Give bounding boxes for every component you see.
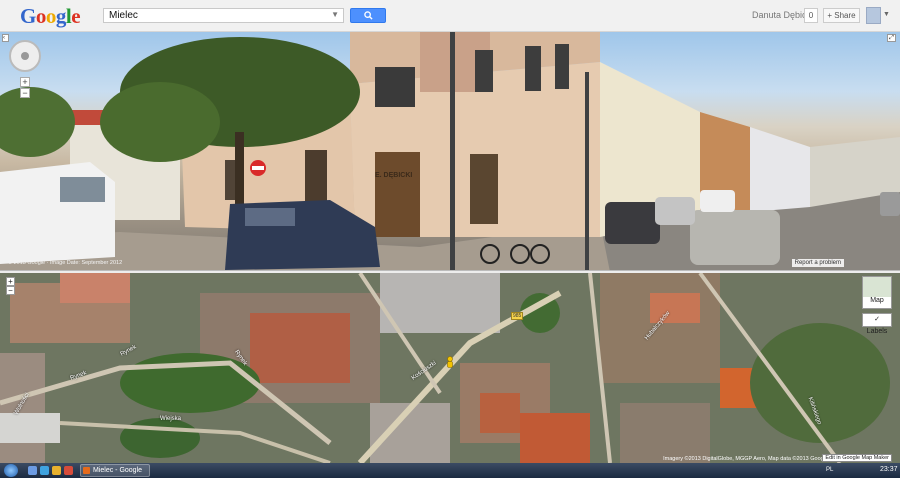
map-type-button[interactable]: Map	[862, 276, 892, 309]
map-thumbnail	[863, 277, 891, 297]
map-attribution: Imagery ©2013 DigitalGlobe, MGGP Aero, M…	[663, 456, 828, 462]
pegman-icon[interactable]	[445, 356, 455, 370]
share-button[interactable]: + Share	[823, 8, 860, 23]
route-shield: 985	[511, 312, 524, 320]
google-maps-window: Google Mielec ▼ Danuta Dębicka 0 + Share…	[0, 0, 900, 478]
chrome-icon[interactable]	[64, 466, 73, 475]
task-label: Mielec - Google Ma...	[93, 467, 143, 474]
browser-icon	[83, 467, 90, 474]
map-type-label: Map	[870, 297, 884, 304]
show-desktop-icon[interactable]	[28, 466, 37, 475]
labels-toggle[interactable]: ✓ Labels	[862, 313, 892, 335]
google-logo[interactable]: Google	[20, 4, 81, 29]
folder-icon[interactable]	[52, 466, 61, 475]
zoom-out-button[interactable]: −	[20, 88, 30, 98]
taskbar-item-browser[interactable]: Mielec - Google Ma...	[80, 464, 150, 477]
search-button[interactable]	[350, 8, 386, 23]
street-view-copyright: © 2013 Google · Image Date: September 20…	[8, 260, 123, 266]
language-indicator[interactable]: PL	[826, 467, 833, 473]
search-input[interactable]: Mielec ▼	[103, 8, 344, 23]
notifications-button[interactable]: 0	[804, 8, 818, 23]
search-icon	[364, 11, 373, 20]
ie-icon[interactable]	[40, 466, 49, 475]
search-input-value: Mielec	[109, 10, 138, 21]
windows-taskbar: Mielec - Google Ma... PL 23:37	[0, 463, 900, 478]
start-icon[interactable]	[4, 464, 18, 477]
street-view-scene	[0, 32, 900, 270]
edit-map-maker-button[interactable]: Edit in Google Map Maker	[822, 454, 892, 462]
zoom-in-button[interactable]: +	[20, 77, 30, 87]
account-dropdown-icon[interactable]: ▼	[883, 11, 890, 18]
shop-sign: E. DĘBICKI	[375, 172, 413, 179]
map-zoom-in-button[interactable]: +	[6, 277, 15, 286]
fullscreen-icon[interactable]: ⤢	[887, 34, 896, 42]
clock[interactable]: 23:37	[880, 466, 898, 473]
street-view-panel[interactable]: E. DĘBICKI + − ‹ ⤢ © 2013 Google · Image…	[0, 32, 900, 270]
map-zoom-out-button[interactable]: −	[6, 286, 15, 295]
report-problem-link[interactable]: Report a problem	[791, 259, 844, 267]
checkmark-icon: ✓	[874, 316, 880, 323]
top-bar: Google Mielec ▼ Danuta Dębicka 0 + Share…	[0, 0, 900, 32]
satellite-map[interactable]: Rynek Rynek Wiejska Rynek Kościuszki Wol…	[0, 273, 900, 463]
collapse-icon[interactable]: ‹	[2, 34, 9, 42]
labels-toggle-label: Labels	[866, 328, 888, 335]
navigation-control-icon[interactable]	[9, 40, 41, 72]
street-label: Wiejska	[160, 416, 182, 422]
search-dropdown-icon[interactable]: ▼	[331, 10, 339, 19]
avatar[interactable]	[866, 7, 881, 24]
